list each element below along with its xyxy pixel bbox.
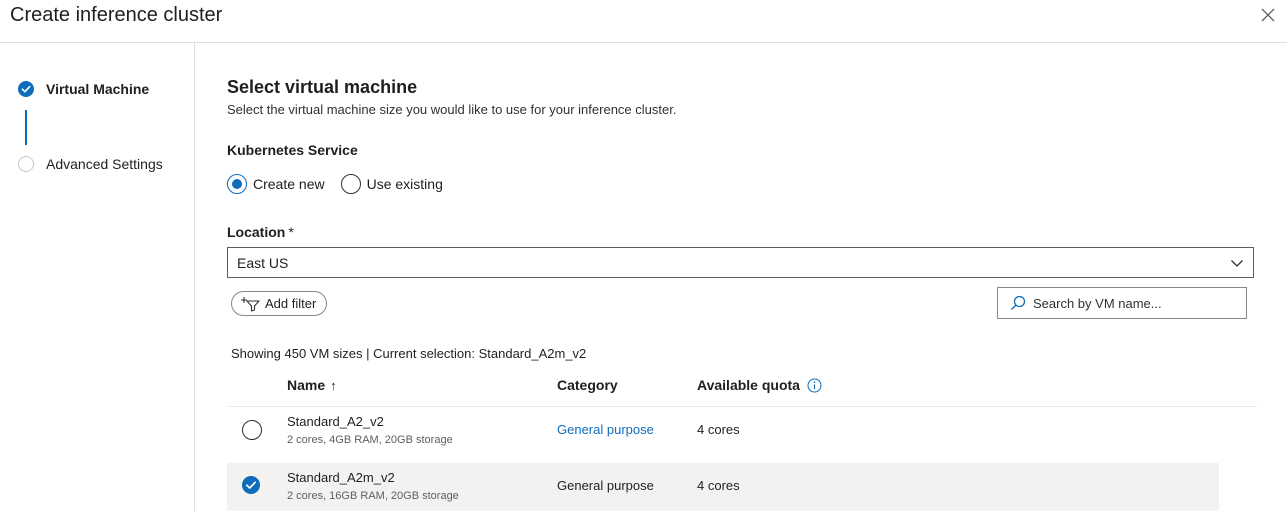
step-label: Advanced Settings	[46, 156, 163, 172]
row-select-radio[interactable]	[242, 420, 262, 440]
vm-specs: 2 cores, 16GB RAM, 20GB storage	[287, 490, 459, 502]
step-pending-icon	[18, 156, 34, 172]
radio-use-existing[interactable]: Use existing	[340, 174, 443, 194]
section-subtitle: Select the virtual machine size you woul…	[227, 102, 677, 117]
vm-quota: 4 cores	[697, 478, 740, 493]
vm-count-status: Showing 450 VM sizes | Current selection…	[231, 346, 587, 361]
panel-title: Create inference cluster	[10, 4, 223, 26]
add-filter-icon	[241, 296, 260, 312]
location-value: East US	[237, 254, 289, 271]
info-icon[interactable]	[807, 378, 822, 393]
close-button[interactable]	[1259, 6, 1277, 24]
sort-ascending-icon: ↑	[330, 377, 337, 393]
location-label: Location *	[227, 224, 294, 240]
vm-name: Standard_A2_v2	[287, 414, 384, 429]
column-header-name[interactable]: Name ↑	[287, 377, 337, 393]
column-header-quota-label: Available quota	[697, 377, 800, 393]
location-label-text: Location	[227, 224, 286, 240]
radio-create-new[interactable]: Create new	[227, 174, 325, 194]
check-circle-icon	[18, 81, 34, 97]
radio-button[interactable]	[340, 174, 361, 194]
step-advanced-settings[interactable]: Advanced Settings	[18, 156, 163, 172]
vm-category: General purpose	[557, 478, 654, 493]
vm-search-input[interactable]	[1033, 295, 1233, 311]
kubernetes-service-radio-group: Create new Use existing	[227, 174, 459, 194]
vm-name: Standard_A2m_v2	[287, 470, 395, 485]
vm-specs: 2 cores, 4GB RAM, 20GB storage	[287, 434, 453, 446]
vm-search-box[interactable]	[997, 287, 1247, 319]
check-circle-icon[interactable]	[242, 476, 260, 494]
column-header-name-label: Name	[287, 377, 326, 393]
location-dropdown[interactable]: East US	[227, 247, 1254, 278]
required-mark: *	[288, 224, 294, 240]
step-label: Virtual Machine	[46, 81, 150, 97]
table-row[interactable]: Standard_A2_v2 2 cores, 4GB RAM, 20GB st…	[227, 407, 1219, 455]
step-connector	[25, 110, 27, 145]
chevron-down-icon	[1231, 260, 1243, 267]
table-row-selected[interactable]: Standard_A2m_v2 2 cores, 16GB RAM, 20GB …	[227, 463, 1219, 511]
add-filter-label: Add filter	[265, 296, 317, 311]
vm-category-link[interactable]: General purpose	[557, 422, 654, 437]
table-header-row: Name ↑ Category Available quota	[227, 369, 1257, 407]
section-title: Select virtual machine	[227, 77, 418, 97]
panel-header: Create inference cluster	[0, 0, 1287, 43]
step-virtual-machine[interactable]: Virtual Machine	[18, 81, 149, 97]
column-header-quota[interactable]: Available quota	[697, 377, 822, 393]
radio-label: Create new	[253, 176, 325, 192]
kubernetes-service-label: Kubernetes Service	[227, 142, 358, 158]
radio-button-selected[interactable]	[227, 174, 247, 194]
search-icon	[1011, 295, 1026, 310]
add-filter-button[interactable]: Add filter	[231, 291, 328, 316]
radio-label: Use existing	[366, 176, 443, 192]
column-header-category[interactable]: Category	[557, 377, 618, 393]
close-icon	[1261, 8, 1275, 22]
wizard-steps: Virtual Machine Advanced Settings	[0, 43, 195, 511]
vm-quota: 4 cores	[697, 422, 740, 437]
